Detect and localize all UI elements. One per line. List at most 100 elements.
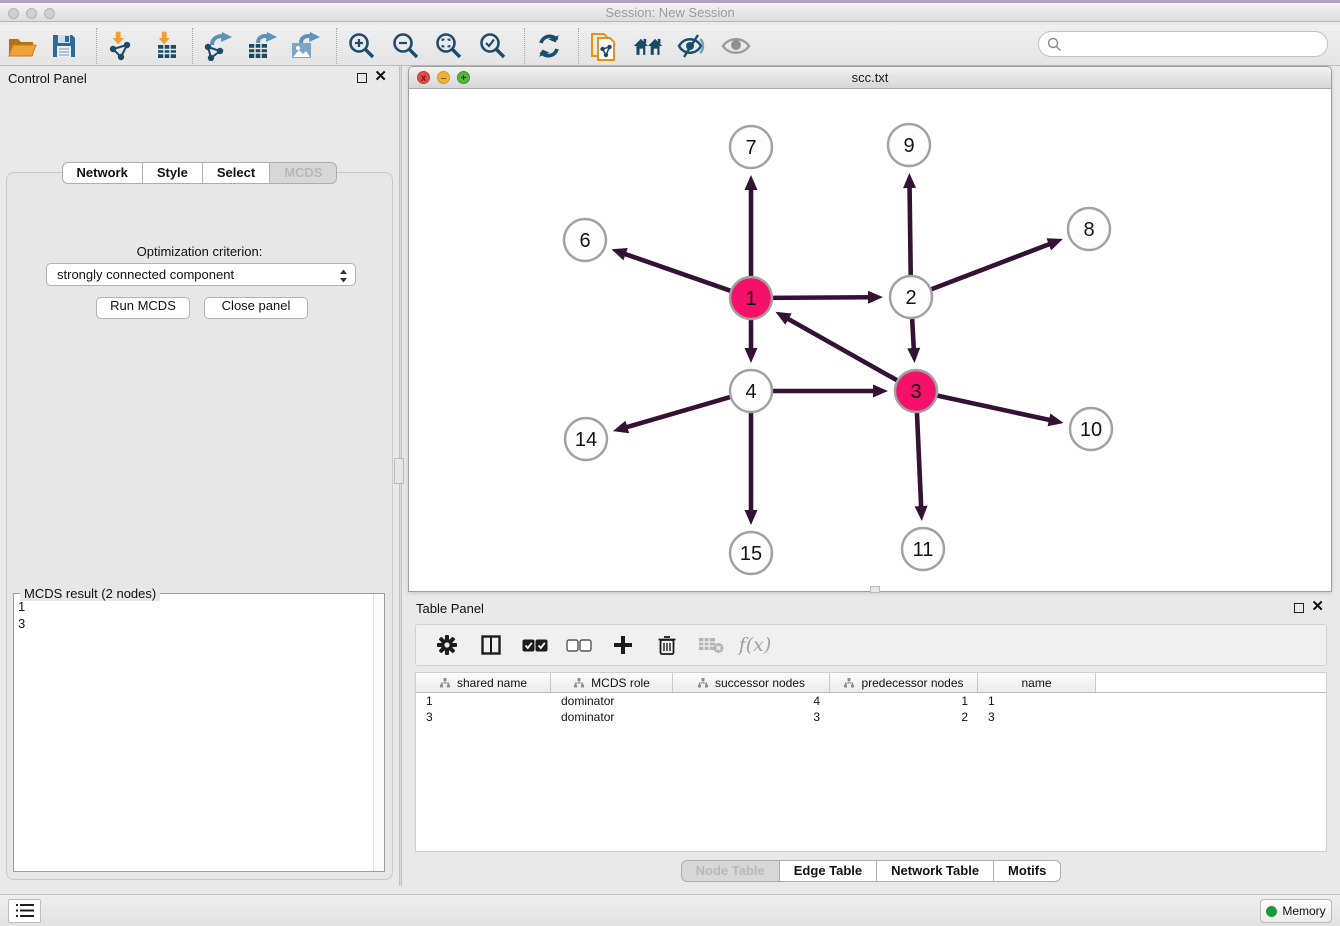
node-table: shared name MCDS role successor nodes pr… — [415, 672, 1327, 852]
node-label-3: 3 — [910, 381, 921, 403]
mcds-result-box: MCDS result (2 nodes) 1 3 — [13, 593, 385, 872]
delete-table-icon[interactable] — [698, 632, 724, 658]
edge-2-8[interactable] — [929, 244, 1051, 291]
edge-3-1[interactable] — [787, 318, 900, 382]
tab-network[interactable]: Network — [62, 162, 143, 184]
cell-name[interactable]: 3 — [978, 709, 1096, 725]
zoom-in-icon[interactable] — [346, 30, 378, 62]
control-panel-float-icon[interactable] — [357, 73, 367, 83]
network-canvas[interactable]: 7968124314101511 — [409, 89, 1331, 591]
node-label-10: 10 — [1080, 419, 1102, 441]
cell-name[interactable]: 1 — [978, 693, 1096, 709]
select-chevrons-icon — [339, 268, 348, 284]
edge-arrow-1-6 — [611, 248, 627, 260]
task-history-button[interactable] — [8, 899, 41, 923]
panel-splitter-handle[interactable] — [394, 458, 404, 484]
edge-3-11[interactable] — [917, 410, 921, 508]
node-label-14: 14 — [575, 429, 597, 451]
edge-2-3[interactable] — [912, 316, 914, 350]
edge-3-10[interactable] — [935, 395, 1051, 420]
edge-2-9[interactable] — [910, 186, 911, 278]
table-row[interactable]: 3dominator323 — [416, 709, 1326, 725]
edge-1-2[interactable] — [770, 297, 870, 298]
cell-predecessor-nodes[interactable]: 1 — [830, 693, 978, 709]
table-panel: Table Panel ✕ — [408, 596, 1334, 886]
import-network-icon[interactable] — [104, 30, 136, 62]
zoom-fit-icon[interactable] — [433, 30, 465, 62]
column-header-label: shared name — [457, 676, 527, 690]
column-header-label: predecessor nodes — [861, 676, 963, 690]
column-header-label: MCDS role — [591, 676, 650, 690]
cytohubba-homes-icon[interactable] — [632, 30, 664, 62]
cell-successor-nodes[interactable]: 4 — [673, 693, 830, 709]
tab-select[interactable]: Select — [203, 162, 270, 184]
open-network-document-icon[interactable] — [588, 30, 620, 62]
tab-mcds[interactable]: MCDS — [270, 162, 337, 184]
column-header-name[interactable]: name — [978, 673, 1096, 692]
cell-predecessor-nodes[interactable]: 2 — [830, 709, 978, 725]
cell-shared-name[interactable]: 3 — [416, 709, 551, 725]
node-label-1: 1 — [745, 288, 756, 310]
settings-gear-icon[interactable] — [434, 632, 460, 658]
main-toolbar — [0, 25, 1340, 66]
unselect-all-checkboxes-icon[interactable] — [566, 632, 592, 658]
cell-successor-nodes[interactable]: 3 — [673, 709, 830, 725]
cell-MCDS-role[interactable]: dominator — [551, 693, 673, 709]
column-type-icon — [697, 677, 709, 689]
table-tab-network-table[interactable]: Network Table — [877, 860, 994, 882]
table-tab-node-table[interactable]: Node Table — [681, 860, 780, 882]
node-label-6: 6 — [579, 230, 590, 252]
result-scrollbar[interactable] — [373, 594, 384, 871]
edge-1-6[interactable] — [624, 254, 733, 292]
toggle-panel-columns-icon[interactable] — [478, 632, 504, 658]
tab-style[interactable]: Style — [143, 162, 203, 184]
mcds-result-text[interactable]: 1 3 — [18, 598, 370, 869]
function-builder-icon[interactable]: f(x) — [742, 632, 768, 658]
run-mcds-button[interactable]: Run MCDS — [96, 297, 190, 319]
table-tabs: Node TableEdge TableNetwork TableMotifs — [408, 860, 1334, 882]
export-image-icon[interactable] — [289, 30, 321, 62]
column-header-MCDS-role[interactable]: MCDS role — [551, 673, 673, 692]
column-header-label: successor nodes — [715, 676, 805, 690]
export-network-icon[interactable] — [202, 30, 234, 62]
node-label-7: 7 — [745, 137, 756, 159]
edge-arrow-4-14 — [613, 421, 629, 433]
node-label-4: 4 — [745, 381, 756, 403]
search-input[interactable] — [1038, 31, 1328, 57]
save-session-icon[interactable] — [48, 30, 80, 62]
export-table-icon[interactable] — [246, 30, 278, 62]
optimization-criterion-select[interactable]: strongly connected component — [46, 263, 356, 286]
network-window-titlebar[interactable]: x – + scc.txt — [409, 67, 1331, 89]
table-row[interactable]: 1dominator411 — [416, 693, 1326, 709]
column-header-successor-nodes[interactable]: successor nodes — [673, 673, 830, 692]
table-toolbar: f(x) — [415, 624, 1327, 666]
control-panel-close-icon[interactable]: ✕ — [374, 68, 387, 86]
add-column-icon[interactable] — [610, 632, 636, 658]
column-header-predecessor-nodes[interactable]: predecessor nodes — [830, 673, 978, 692]
column-header-shared-name[interactable]: shared name — [416, 673, 551, 692]
network-window-resize-handle[interactable] — [870, 586, 880, 593]
open-session-icon[interactable] — [6, 30, 38, 62]
table-tab-edge-table[interactable]: Edge Table — [780, 860, 877, 882]
network-graph[interactable]: 7968124314101511 — [409, 89, 1331, 591]
import-table-icon[interactable] — [150, 30, 182, 62]
control-panel-title: Control Panel — [8, 71, 87, 86]
select-all-checkboxes-icon[interactable] — [522, 632, 548, 658]
zoom-selected-icon[interactable] — [477, 30, 509, 62]
edge-4-14[interactable] — [625, 396, 732, 427]
memory-button[interactable]: Memory — [1260, 899, 1332, 923]
show-all-eye-icon[interactable] — [720, 30, 752, 62]
hide-selected-eye-icon[interactable] — [676, 30, 708, 62]
edge-arrow-2-8 — [1047, 238, 1063, 250]
delete-column-trash-icon[interactable] — [654, 632, 680, 658]
cell-shared-name[interactable]: 1 — [416, 693, 551, 709]
refresh-icon[interactable] — [533, 30, 565, 62]
table-panel-float-icon[interactable] — [1294, 603, 1304, 613]
table-tab-motifs[interactable]: Motifs — [994, 860, 1061, 882]
close-panel-button[interactable]: Close panel — [204, 297, 308, 319]
edge-arrow-4-3 — [873, 385, 888, 398]
edge-arrow-4-15 — [745, 510, 758, 525]
cell-MCDS-role[interactable]: dominator — [551, 709, 673, 725]
table-panel-close-icon[interactable]: ✕ — [1311, 598, 1324, 616]
zoom-out-icon[interactable] — [390, 30, 422, 62]
